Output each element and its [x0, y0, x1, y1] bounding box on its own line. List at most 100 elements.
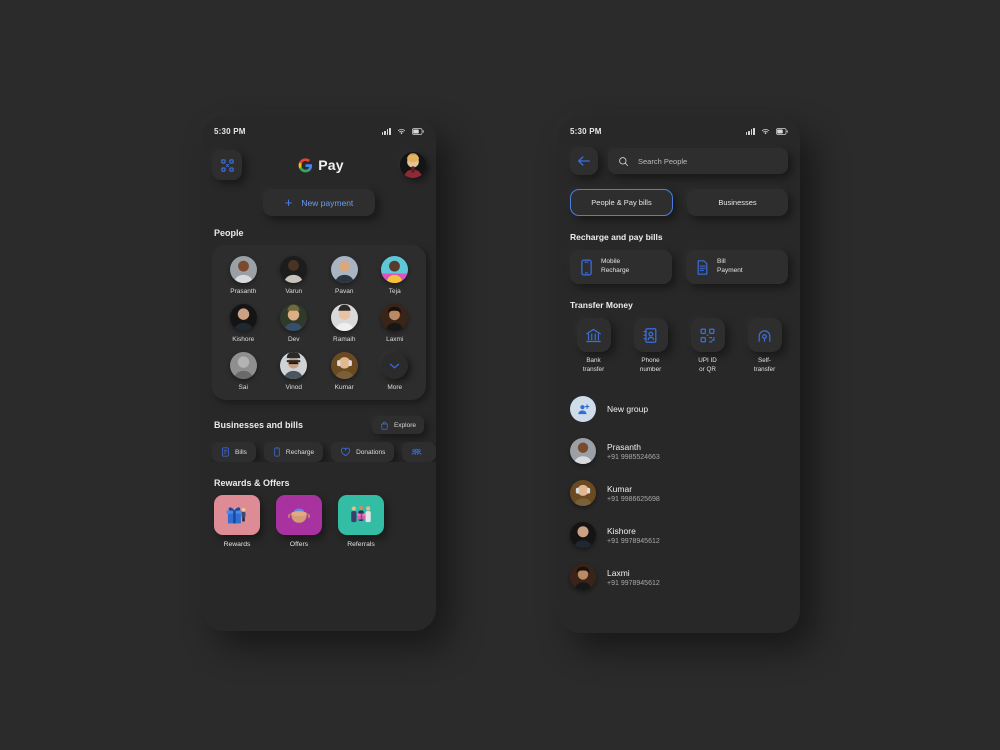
add-person-icon: [570, 396, 596, 422]
tab-businesses[interactable]: Businesses: [687, 189, 788, 216]
bill-payment-card[interactable]: Bill Payment: [686, 250, 788, 284]
person-item[interactable]: Pavan: [319, 256, 370, 295]
person-name: Teja: [388, 288, 401, 295]
people-heading: People: [214, 228, 244, 238]
person-item[interactable]: Ramaih: [319, 304, 370, 343]
reward-label: Offers: [289, 541, 309, 548]
chip-bills[interactable]: Bills: [212, 442, 256, 462]
receipt-icon: [222, 447, 229, 457]
plus-icon: +: [284, 195, 293, 210]
contact-name: Prasanth: [607, 441, 642, 452]
contact-row[interactable]: Kumar +91 9986625698: [570, 472, 788, 514]
transfer-phone-number[interactable]: Phone number: [627, 318, 674, 374]
tab-label: People & Pay bills: [591, 198, 652, 207]
label-line1: Bank: [586, 357, 601, 364]
qr-scan-icon: [220, 158, 234, 172]
contact-name: Laxmi: [607, 567, 630, 578]
battery-icon: [412, 127, 424, 135]
canvas: 5:30 PM Pay + New payment People Prasant…: [0, 0, 1000, 750]
new-group-item[interactable]: New group: [570, 388, 788, 430]
explore-button[interactable]: Explore: [371, 416, 424, 434]
reward-item-rewards[interactable]: Rewards: [214, 495, 260, 548]
person-name: Varun: [285, 288, 303, 295]
reward-label: Rewards: [223, 541, 251, 548]
more-label: More: [387, 384, 403, 391]
business-chips-row[interactable]: Bills Recharge Donations: [202, 442, 436, 462]
person-item[interactable]: Kishore: [218, 304, 269, 343]
contact-phone: +91 9986625698: [607, 495, 660, 503]
status-bar: 5:30 PM: [202, 117, 436, 139]
tab-label: Businesses: [718, 198, 757, 207]
contact-info: Laxmi +91 9978945612: [607, 568, 660, 587]
person-item[interactable]: Vinod: [269, 352, 320, 391]
avatar: [280, 256, 308, 283]
chip-recharge[interactable]: Recharge: [263, 442, 324, 462]
contact-phone: +91 9978945612: [607, 537, 660, 545]
phone-mockup-home: 5:30 PM Pay + New payment People Prasant…: [202, 117, 436, 631]
search-input[interactable]: Search People: [608, 148, 788, 174]
transfer-self-transfer[interactable]: Self- transfer: [741, 318, 788, 374]
person-name: Vinod: [285, 384, 302, 391]
reward-item-offers[interactable]: Offers: [276, 495, 322, 548]
new-payment-button[interactable]: + New payment: [263, 189, 375, 216]
avatar: [570, 438, 596, 464]
insurance-icon: [412, 448, 422, 455]
chip-label: Recharge: [285, 448, 315, 456]
card-label-line1: Mobile: [601, 258, 621, 266]
chip-donations[interactable]: Donations: [331, 442, 395, 462]
label-line1: Phone: [641, 357, 660, 364]
mobile-phone-icon: [581, 259, 592, 275]
person-item[interactable]: Kumar: [319, 352, 370, 391]
transfer-heading: Transfer Money: [570, 300, 633, 310]
avatar: [330, 256, 358, 283]
qr-scan-button[interactable]: [212, 150, 242, 180]
person-name: Laxmi: [386, 336, 404, 343]
reward-item-referrals[interactable]: Referrals: [338, 495, 384, 548]
chip-label: Donations: [356, 448, 386, 456]
avatar: [229, 256, 257, 283]
transfer-label: Phone number: [640, 357, 661, 374]
gift-icon: [226, 507, 246, 524]
new-payment-row: + New payment: [202, 189, 436, 216]
contact-book-icon: [643, 327, 657, 343]
person-item[interactable]: Varun: [269, 256, 320, 295]
transfer-bank-transfer[interactable]: Bank transfer: [570, 318, 617, 374]
contact-row[interactable]: Laxmi +91 9978945612: [570, 556, 788, 598]
person-item[interactable]: Dev: [269, 304, 320, 343]
more-people-item[interactable]: More: [370, 352, 421, 391]
person-name: Kumar: [334, 384, 354, 391]
contact-name: Kishore: [607, 525, 636, 536]
transfer-upi-id-or-qr[interactable]: UPI ID or QR: [684, 318, 731, 374]
people-gift-icon: [351, 505, 371, 523]
mobile-recharge-card[interactable]: Mobile Recharge: [570, 250, 672, 284]
profile-avatar[interactable]: [399, 152, 426, 178]
person-item[interactable]: Sai: [218, 352, 269, 391]
bill-document-icon: [697, 259, 708, 275]
label-line1: UPI ID: [698, 357, 717, 364]
people-card: Prasanth Varun Pavan Teja Kishore Dev Ra…: [212, 245, 426, 400]
status-time: 5:30 PM: [214, 126, 246, 136]
recharge-heading: Recharge and pay bills: [570, 232, 663, 242]
person-item[interactable]: Prasanth: [218, 256, 269, 295]
tab-people-and-pay-bills[interactable]: People & Pay bills: [570, 189, 673, 216]
contact-info: Kumar +91 9986625698: [607, 484, 660, 503]
chip-insurance[interactable]: [402, 442, 436, 462]
chip-label: Bills: [235, 448, 247, 456]
contact-phone: +91 9985524663: [607, 453, 660, 461]
contact-row[interactable]: Kishore +91 9978945612: [570, 514, 788, 556]
new-group-label: New group: [607, 404, 649, 414]
status-icons: [745, 127, 788, 135]
back-button[interactable]: [570, 147, 598, 175]
qr-code-icon: [700, 327, 715, 343]
transfer-label: Self- transfer: [754, 357, 775, 374]
status-bar: 5:30 PM: [558, 117, 800, 139]
label-line2: number: [639, 365, 662, 373]
bank-icon-box: [576, 318, 611, 352]
brand-logo-group: Pay: [298, 157, 344, 173]
person-item[interactable]: Laxmi: [370, 304, 421, 343]
phone-mockup-search: 5:30 PM Search People People & Pay bills…: [558, 117, 800, 633]
person-item[interactable]: Teja: [370, 256, 421, 295]
label-line1: Self-: [758, 357, 771, 364]
avatar: [280, 304, 308, 331]
contact-row[interactable]: Prasanth +91 9985524663: [570, 430, 788, 472]
